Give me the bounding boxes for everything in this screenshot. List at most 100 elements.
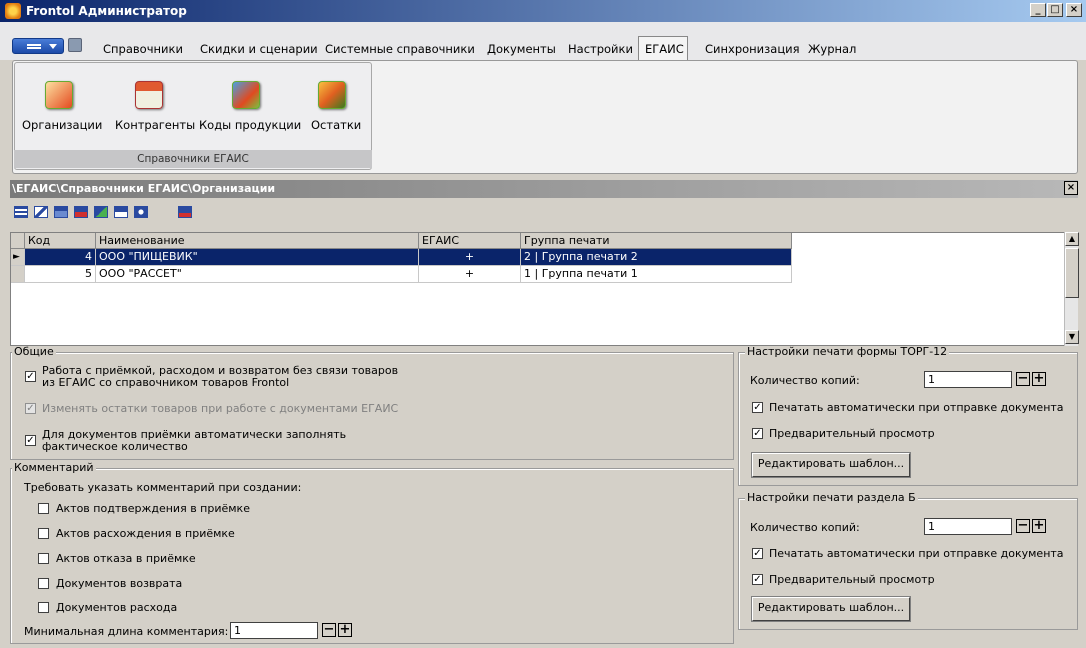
label-refusal-acts: Актов отказа в приёмке <box>56 552 196 565</box>
column-header-egais[interactable]: ЕГАИС <box>419 233 521 249</box>
label-change-stock: Изменять остатки товаров при работе с до… <box>42 402 399 415</box>
checkbox-refusal-acts[interactable] <box>38 553 49 564</box>
sectionb-copies-input[interactable]: 1 <box>924 518 1012 535</box>
close-list-icon[interactable] <box>178 206 192 218</box>
app-logo-icon <box>5 3 21 19</box>
menu-item-documents[interactable]: Документы <box>487 42 556 56</box>
label-torg12-preview: Предварительный просмотр <box>769 427 935 440</box>
edit-record-icon[interactable] <box>34 206 48 218</box>
label-autofill-quantity-2: фактическое количество <box>42 440 188 453</box>
copy-record-icon[interactable] <box>54 206 68 218</box>
table-cell-code[interactable]: 5 <box>25 266 96 283</box>
torg12-group-title: Настройки печати формы ТОРГ-12 <box>745 345 950 358</box>
chevron-down-icon <box>49 44 57 49</box>
filter-icon[interactable] <box>94 206 108 218</box>
label-torg12-auto-print: Печатать автоматически при отправке доку… <box>769 401 1064 414</box>
product-codes-icon[interactable] <box>232 81 260 109</box>
stock-balances-icon[interactable] <box>318 81 346 109</box>
label-discrepancy-acts: Актов расхождения в приёмке <box>56 527 235 540</box>
checkbox-work-without-link[interactable]: ✓ <box>25 371 36 382</box>
menu-item-references[interactable]: Справочники <box>103 42 183 56</box>
table-cell-egais[interactable]: + <box>419 266 521 283</box>
ribbon-group-label: Справочники ЕГАИС <box>14 150 372 168</box>
save-icon[interactable] <box>68 38 82 52</box>
delete-record-icon[interactable] <box>74 206 88 218</box>
menu-item-egais[interactable]: ЕГАИС <box>645 42 684 56</box>
maximize-button[interactable]: □ <box>1047 3 1063 17</box>
torg12-copies-increment[interactable]: + <box>1032 372 1046 386</box>
min-comment-length-decrement[interactable]: − <box>322 623 336 637</box>
checkbox-autofill-quantity[interactable]: ✓ <box>25 435 36 446</box>
checkbox-return-docs[interactable] <box>38 578 49 589</box>
scroll-thumb[interactable] <box>1065 248 1079 298</box>
menu-item-system-references[interactable]: Системные справочники <box>325 42 475 56</box>
sectionb-group-title: Настройки печати раздела Б <box>745 491 918 504</box>
organizations-icon[interactable] <box>45 81 73 109</box>
minimize-button[interactable]: _ <box>1030 3 1046 17</box>
vertical-scrollbar[interactable]: ▲ ▼ <box>1064 232 1079 346</box>
menu-item-sync[interactable]: Синхронизация <box>705 42 800 56</box>
sectionb-copies-decrement[interactable]: − <box>1016 519 1030 533</box>
table-cell-name[interactable]: ООО "ПИЩЕВИК" <box>96 249 419 266</box>
checkbox-torg12-preview[interactable]: ✓ <box>752 428 763 439</box>
table-cell-print-group[interactable]: 2 | Группа печати 2 <box>521 249 792 266</box>
checkbox-sectionb-preview[interactable]: ✓ <box>752 574 763 585</box>
torg12-copies-decrement[interactable]: − <box>1016 372 1030 386</box>
comment-group-title: Комментарий <box>12 461 96 474</box>
label-work-without-link-2: из ЕГАИС со справочником товаров Frontol <box>42 376 290 389</box>
close-form-button[interactable]: × <box>1064 181 1078 195</box>
min-comment-length-label: Минимальная длина комментария: <box>24 625 229 638</box>
ribbon-button-organizations[interactable]: Организации <box>22 118 102 132</box>
checkbox-confirm-acts[interactable] <box>38 503 49 514</box>
torg12-edit-template-button[interactable]: Редактировать шаблон... <box>752 453 910 477</box>
min-comment-length-increment[interactable]: + <box>338 623 352 637</box>
table-cell-print-group[interactable]: 1 | Группа печати 1 <box>521 266 792 283</box>
general-group-title: Общие <box>12 345 56 358</box>
scroll-up-button[interactable]: ▲ <box>1065 232 1079 246</box>
min-comment-length-input[interactable]: 1 <box>230 622 318 639</box>
row-indicator <box>11 266 25 283</box>
table-cell-code[interactable]: 4 <box>25 249 96 266</box>
row-indicator-header <box>11 233 25 249</box>
label-sectionb-auto-print: Печатать автоматически при отправке доку… <box>769 547 1064 560</box>
row-indicator: ► <box>11 249 25 266</box>
ribbon-button-stock-balances[interactable]: Остатки <box>311 118 361 132</box>
contractors-icon[interactable] <box>135 81 163 109</box>
sectionb-copies-label: Количество копий: <box>750 521 860 534</box>
menu-item-discounts[interactable]: Скидки и сценарии <box>200 42 318 56</box>
breadcrumb: \ЕГАИС\Справочники ЕГАИС\Организации <box>10 180 1078 198</box>
add-record-icon[interactable] <box>14 206 28 218</box>
ribbon-button-product-codes[interactable]: Коды продукции <box>199 118 301 132</box>
sectionb-edit-template-button[interactable]: Редактировать шаблон... <box>752 597 910 621</box>
column-header-code[interactable]: Код <box>25 233 96 249</box>
label-sectionb-preview: Предварительный просмотр <box>769 573 935 586</box>
ribbon-button-contractors[interactable]: Контрагенты <box>115 118 195 132</box>
find-icon[interactable] <box>114 206 128 218</box>
checkbox-discrepancy-acts[interactable] <box>38 528 49 539</box>
checkbox-torg12-auto-print[interactable]: ✓ <box>752 402 763 413</box>
label-return-docs: Документов возврата <box>56 577 183 590</box>
checkbox-expense-docs[interactable] <box>38 602 49 613</box>
checkbox-change-stock: ✓ <box>25 403 36 414</box>
menu-item-settings[interactable]: Настройки <box>568 42 633 56</box>
menu-lines-icon <box>27 44 41 46</box>
torg12-copies-input[interactable]: 1 <box>924 371 1012 388</box>
torg12-copies-label: Количество копий: <box>750 374 860 387</box>
refresh-icon[interactable] <box>134 206 148 218</box>
column-header-name[interactable]: Наименование <box>96 233 419 249</box>
scroll-down-button[interactable]: ▼ <box>1065 330 1079 344</box>
organizations-table: Код Наименование ЕГАИС Группа печати ► 4… <box>10 232 1078 346</box>
menu-item-journal[interactable]: Журнал <box>808 42 856 56</box>
column-header-print-group[interactable]: Группа печати <box>521 233 792 249</box>
window-titlebar: Frontol Администратор _ □ × <box>0 0 1086 22</box>
label-expense-docs: Документов расхода <box>56 601 178 614</box>
window-title: Frontol Администратор <box>26 4 187 18</box>
checkbox-sectionb-auto-print[interactable]: ✓ <box>752 548 763 559</box>
close-button[interactable]: × <box>1066 3 1082 17</box>
app-menu-button[interactable] <box>12 38 64 54</box>
comment-require-label: Требовать указать комментарий при создан… <box>24 481 302 494</box>
sectionb-copies-increment[interactable]: + <box>1032 519 1046 533</box>
label-confirm-acts: Актов подтверждения в приёмке <box>56 502 250 515</box>
table-cell-egais[interactable]: + <box>419 249 521 266</box>
table-cell-name[interactable]: ООО "РАССЕТ" <box>96 266 419 283</box>
